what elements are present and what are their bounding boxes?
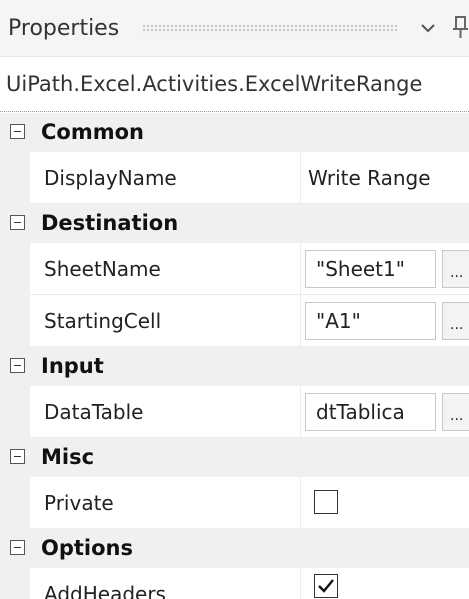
private-checkbox[interactable] [314,490,338,514]
addheaders-checkbox[interactable] [314,574,338,598]
property-row-addheaders[interactable]: AddHeaders [0,568,469,599]
pin-icon[interactable] [452,14,469,40]
datatable-expression-button[interactable]: ... [442,393,469,431]
collapse-toggle-icon[interactable] [10,215,25,230]
checkmark-icon [318,579,334,593]
drag-grip[interactable] [142,24,398,33]
property-row-displayname[interactable]: DisplayName Write Range [0,152,469,204]
category-label: Misc [41,445,95,469]
property-name: DisplayName [44,166,177,190]
property-name: StartingCell [44,309,162,333]
property-row-sheetname[interactable]: SheetName "Sheet1" ... [0,243,469,295]
category-label: Input [41,354,104,378]
category-destination[interactable]: Destination [0,204,469,243]
category-input[interactable]: Input [0,347,469,386]
panel-title: Properties [8,16,120,41]
property-name: DataTable [44,400,144,424]
category-common[interactable]: Common [0,113,469,152]
property-name: Private [44,491,114,515]
property-row-startingcell[interactable]: StartingCell "A1" ... [0,295,469,347]
property-name: SheetName [44,257,161,281]
datatable-input[interactable]: dtTablica [305,393,436,431]
collapse-toggle-icon[interactable] [10,540,25,555]
property-row-private[interactable]: Private [0,477,469,529]
category-options[interactable]: Options [0,529,469,568]
collapse-toggle-icon[interactable] [10,449,25,464]
category-label: Destination [41,211,179,235]
chevron-down-icon[interactable] [416,16,440,40]
sheetname-expression-button[interactable]: ... [442,250,469,288]
category-label: Options [41,536,133,560]
property-name: AddHeaders [44,582,166,599]
sheetname-input[interactable]: "Sheet1" [305,250,436,288]
displayname-value[interactable]: Write Range [308,152,431,204]
activity-type-name: UiPath.Excel.Activities.ExcelWriteRange [0,57,469,112]
category-misc[interactable]: Misc [0,438,469,477]
collapse-toggle-icon[interactable] [10,124,25,139]
property-grid: Common DisplayName Write Range Destinati… [0,113,469,599]
properties-titlebar: Properties [0,0,469,57]
property-row-datatable[interactable]: DataTable dtTablica ... [0,386,469,438]
startingcell-expression-button[interactable]: ... [442,302,469,340]
startingcell-input[interactable]: "A1" [305,302,436,340]
collapse-toggle-icon[interactable] [10,358,25,373]
category-label: Common [41,120,144,144]
